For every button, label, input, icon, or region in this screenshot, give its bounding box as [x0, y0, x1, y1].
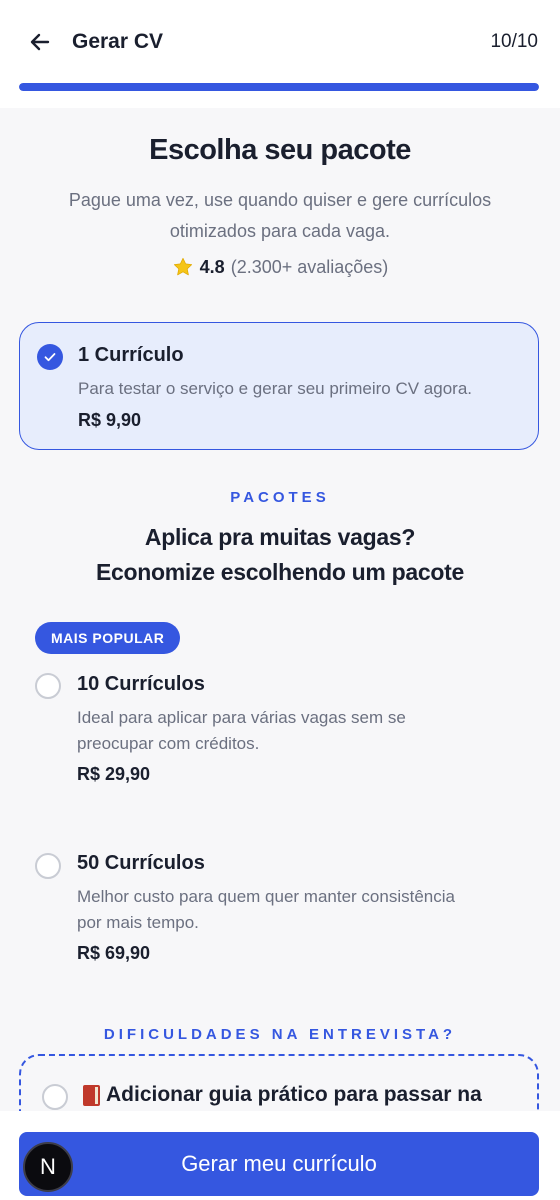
- page-subtitle: Pague uma vez, use quando quiser e gere …: [40, 185, 520, 247]
- option-description: Ideal para aplicar para várias vagas sem…: [77, 705, 406, 757]
- rating: 4.8 (2.300+ avaliações): [0, 256, 560, 278]
- app-header: Gerar CV 10/10: [0, 0, 560, 108]
- check-icon: [44, 353, 56, 362]
- option-price: R$ 29,90: [77, 764, 151, 784]
- page-title: Escolha seu pacote: [149, 134, 411, 166]
- option-title: 50 Currículos: [77, 852, 205, 874]
- section-title-line: Aplica pra muitas vagas?: [144, 524, 416, 550]
- interview-section-label: DIFICULDADES NA ENTREVISTA?: [103, 1026, 457, 1043]
- rating-count: (2.300+ avaliações): [230, 256, 389, 277]
- option-1-curriculo[interactable]: 1 Currículo Para testar o serviço e gera…: [19, 322, 539, 450]
- desc-line: Ideal para aplicar para várias vagas sem…: [77, 708, 406, 727]
- radio-checked[interactable]: [37, 344, 63, 370]
- footer-bar: Gerar meu currículo N: [0, 1111, 560, 1200]
- progress-bar: [19, 83, 539, 91]
- generate-cv-button[interactable]: Gerar meu currículo: [19, 1132, 539, 1196]
- option-price: R$ 69,90: [77, 943, 151, 963]
- desc-line: por mais tempo.: [77, 913, 199, 932]
- n-logo-icon[interactable]: N: [23, 1142, 73, 1192]
- desc-line: preocupar com créditos.: [77, 734, 260, 753]
- option-description: Para testar o serviço e gerar seu primei…: [78, 379, 473, 398]
- subtitle-line: otimizados para cada vaga.: [169, 221, 391, 241]
- option-title: 1 Currículo: [78, 344, 184, 366]
- star-icon: [173, 257, 192, 276]
- main-content: Escolha seu pacote Pague uma vez, use qu…: [0, 108, 560, 1111]
- radio-unchecked[interactable]: [35, 853, 61, 879]
- addon-label-text: Adicionar guia prático para passar na: [106, 1083, 482, 1106]
- subtitle-line: Pague uma vez, use quando quiser e gere …: [68, 190, 492, 210]
- desc-line: Melhor custo para quem quer manter consi…: [77, 887, 455, 906]
- back-button[interactable]: [24, 26, 56, 58]
- most-popular-badge: MAIS POPULAR: [35, 622, 181, 654]
- arrow-left-icon: [30, 33, 50, 51]
- interview-guide-addon[interactable]: Adicionar guia prático para passar na: [19, 1054, 539, 1111]
- option-price: R$ 9,90: [78, 410, 142, 430]
- addon-label: Adicionar guia prático para passar na: [83, 1083, 482, 1107]
- option-50-curriculos[interactable]: 50 Currículos Melhor custo para quem que…: [0, 848, 560, 968]
- step-counter: 10/10: [490, 31, 538, 52]
- book-icon: [83, 1084, 100, 1106]
- packages-section-label: PACOTES: [230, 489, 330, 506]
- option-title: 10 Currículos: [77, 673, 205, 695]
- progress-fill: [19, 83, 539, 91]
- option-10-curriculos[interactable]: 10 Currículos Ideal para aplicar para vá…: [0, 668, 560, 788]
- option-description: Melhor custo para quem quer manter consi…: [77, 884, 455, 936]
- section-title-line: Economize escolhendo um pacote: [95, 559, 465, 585]
- addon-checkbox[interactable]: [42, 1084, 68, 1110]
- page-header-title: Gerar CV: [72, 30, 164, 53]
- radio-unchecked[interactable]: [35, 673, 61, 699]
- rating-score: 4.8: [199, 256, 225, 277]
- packages-section-title: Aplica pra muitas vagas? Economize escol…: [0, 520, 560, 590]
